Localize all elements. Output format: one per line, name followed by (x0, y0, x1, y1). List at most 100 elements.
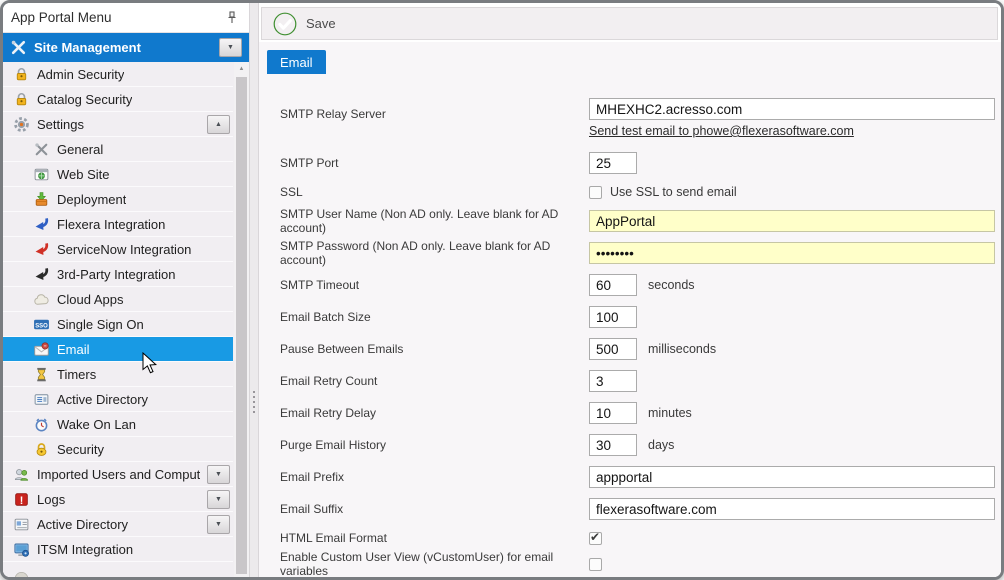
sidebar-item-label: ITSM Integration (37, 542, 133, 557)
smtp-user-name-input[interactable] (589, 210, 995, 232)
sidebar-item-single-sign-on[interactable]: Single Sign On (3, 312, 233, 337)
smtp-port-input[interactable] (589, 152, 637, 174)
expander-active-directory[interactable]: ▼ (207, 515, 230, 534)
lock-icon (13, 91, 30, 108)
sidebar-item-label: Cloud Apps (57, 292, 124, 307)
email-prefix-input[interactable] (589, 466, 995, 488)
email-batch-size-label: Email Batch Size (267, 310, 589, 324)
splitter-grip (253, 391, 255, 413)
sidebar-item-active-directory[interactable]: Active Directory ▼ (3, 512, 233, 537)
ssl-checkbox[interactable] (589, 186, 602, 199)
scrollbar-up-arrow-icon[interactable]: ▲ (234, 62, 249, 76)
field-pause-between-emails: Pause Between Emailsmilliseconds (267, 333, 1001, 365)
field-smtp-timeout: SMTP Timeoutseconds (267, 269, 1001, 301)
sidebar: App Portal Menu Site Management ▼ Admin … (3, 3, 249, 577)
sidebar-item-security[interactable]: Security (3, 437, 233, 462)
pin-icon[interactable] (223, 9, 241, 27)
sidebar-item-wake-on-lan[interactable]: Wake On Lan (3, 412, 233, 437)
email-retry-count-input[interactable] (589, 370, 637, 392)
sidebar-item-deployment[interactable]: Deployment (3, 187, 233, 212)
field-html-email-format: HTML Email Format (267, 525, 1001, 551)
sidebar-item-general[interactable]: General (3, 137, 233, 162)
smtp-timeout-unit: seconds (648, 278, 695, 292)
html-email-format-label: HTML Email Format (267, 531, 589, 545)
sidebar-item-active-directory-sub[interactable]: Active Directory (3, 387, 233, 412)
sidebar-item-imported-users-and-computers[interactable]: Imported Users and Computers ▼ (3, 462, 233, 487)
sidebar-item-cloud-apps[interactable]: Cloud Apps (3, 287, 233, 312)
pause-between-emails-label: Pause Between Emails (267, 342, 589, 356)
smtp-password-label: SMTP Password (Non AD only. Leave blank … (267, 239, 589, 267)
partial-icon (13, 566, 30, 578)
sidebar-item-timers[interactable]: Timers (3, 362, 233, 387)
email-icon (33, 341, 50, 358)
sidebar-item-label: Timers (57, 367, 96, 382)
sidebar-item-flexera-integration[interactable]: Flexera Integration (3, 212, 233, 237)
lock-icon (13, 66, 30, 83)
sso-icon (33, 316, 50, 333)
smtp-password-input[interactable] (589, 242, 995, 264)
smtp-relay-server-input[interactable] (589, 98, 995, 120)
sidebar-item-web-site[interactable]: Web Site (3, 162, 233, 187)
expander-logs[interactable]: ▼ (207, 490, 230, 509)
sidebar-item-admin-security[interactable]: Admin Security (3, 62, 233, 87)
field-smtp-port: SMTP Port (267, 147, 1001, 179)
expander-settings[interactable]: ▲ (207, 115, 230, 134)
sidebar-item-label: Imported Users and Computers (37, 467, 200, 482)
email-retry-delay-input[interactable] (589, 402, 637, 424)
email-suffix-label: Email Suffix (267, 502, 589, 516)
pause-between-emails-input[interactable] (589, 338, 637, 360)
email-retry-delay-unit: minutes (648, 406, 692, 420)
sidebar-title: App Portal Menu (11, 10, 223, 25)
expander-imported-users-and-computers[interactable]: ▼ (207, 465, 230, 484)
email-suffix-input[interactable] (589, 498, 995, 520)
sidebar-item-label: Active Directory (37, 517, 128, 532)
smtp-timeout-input[interactable] (589, 274, 637, 296)
save-check-icon (273, 12, 297, 36)
email-batch-size-input[interactable] (589, 306, 637, 328)
ssl-checkbox-label: Use SSL to send email (610, 185, 737, 199)
sidebar-item-clipped-item[interactable] (3, 562, 233, 577)
sidebar-item-catalog-security[interactable]: Catalog Security (3, 87, 233, 112)
smtp-relay-server-test-link[interactable]: Send test email to phowe@flexerasoftware… (589, 124, 995, 138)
scrollbar-thumb[interactable] (236, 77, 247, 574)
sidebar-item-itsm-integration[interactable]: ITSM Integration (3, 537, 233, 562)
lock-gold-icon (33, 441, 50, 458)
cloud-icon (33, 291, 50, 308)
save-button[interactable]: Save (273, 12, 336, 36)
enable-custom-user-view-checkbox[interactable] (589, 558, 602, 571)
tab-email[interactable]: Email (267, 50, 326, 74)
sidebar-item-servicenow-integration[interactable]: ServiceNow Integration (3, 237, 233, 262)
sidebar-item-label: Admin Security (37, 67, 124, 82)
panel-splitter[interactable] (249, 3, 259, 577)
sidebar-item-label: General (57, 142, 103, 157)
smtp-relay-server-label: SMTP Relay Server (267, 98, 589, 121)
sidebar-item-settings[interactable]: Settings ▲ (3, 112, 233, 137)
toolbar: Save (261, 7, 998, 40)
sidebar-item-label: ServiceNow Integration (57, 242, 191, 257)
field-ssl: SSLUse SSL to send email (267, 179, 1001, 205)
html-email-format-checkbox[interactable] (589, 532, 602, 545)
app-window: App Portal Menu Site Management ▼ Admin … (0, 0, 1004, 580)
sidebar-section-site-management[interactable]: Site Management ▼ (3, 33, 249, 62)
sidebar-item-logs[interactable]: Logs▼ (3, 487, 233, 512)
sidebar-scrollbar[interactable]: ▲ (234, 62, 249, 577)
mouse-cursor (142, 352, 160, 376)
field-email-suffix: Email Suffix (267, 493, 1001, 525)
purge-email-history-input[interactable] (589, 434, 637, 456)
field-smtp-user-name: SMTP User Name (Non AD only. Leave blank… (267, 205, 1001, 237)
field-purge-email-history: Purge Email Historydays (267, 429, 1001, 461)
tools-gray-icon (33, 141, 50, 158)
website-icon (33, 166, 50, 183)
itsm-icon (13, 541, 30, 558)
sidebar-item-third-party-integration[interactable]: 3rd-Party Integration (3, 262, 233, 287)
hourglass-icon (33, 366, 50, 383)
deployment-icon (33, 191, 50, 208)
sidebar-item-label: Settings (37, 117, 84, 132)
site-management-collapse-button[interactable]: ▼ (219, 38, 242, 57)
enable-custom-user-view-label: Enable Custom User View (vCustomUser) fo… (267, 550, 589, 578)
sidebar-item-email[interactable]: Email (3, 337, 233, 362)
field-email-retry-delay: Email Retry Delayminutes (267, 397, 1001, 429)
email-prefix-label: Email Prefix (267, 470, 589, 484)
field-email-prefix: Email Prefix (267, 461, 1001, 493)
sidebar-menu: Admin Security Catalog Security Settings ▲ G… (3, 62, 249, 577)
